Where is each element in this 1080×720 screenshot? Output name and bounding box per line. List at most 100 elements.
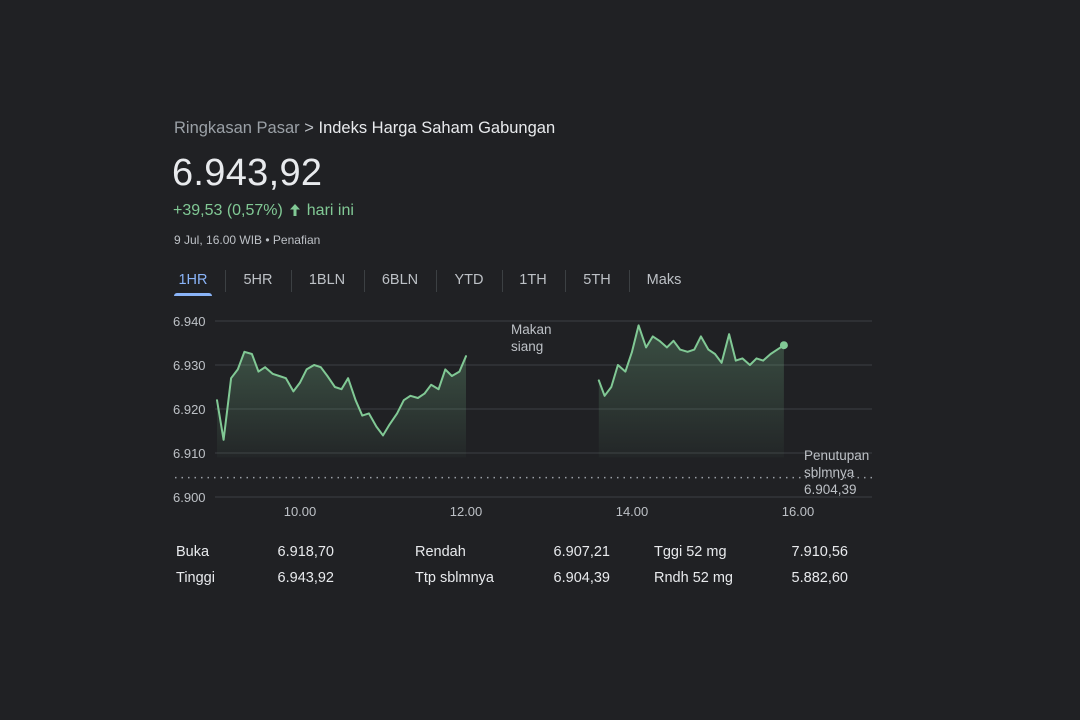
data-point [271, 373, 274, 375]
data-point [637, 324, 640, 327]
data-point [313, 364, 315, 366]
y-tick-label: 6.930 [173, 358, 206, 373]
data-point [423, 392, 426, 395]
data-point [617, 364, 619, 366]
series-area [217, 351, 466, 458]
data-point [741, 357, 744, 360]
stat-prev-close: Ttp sblmnya 6.904,39 [415, 570, 610, 586]
data-point [762, 359, 764, 362]
x-tick-label: 12.00 [450, 504, 483, 519]
data-point [658, 340, 661, 342]
previous-close-value: 6.904,39 [804, 482, 857, 497]
data-point [230, 377, 232, 380]
stat-label: Rendah [415, 544, 466, 560]
y-tick-label: 6.910 [173, 446, 206, 461]
data-point [610, 386, 613, 388]
data-point [264, 366, 266, 369]
intraday-chart[interactable]: 6.940 6.930 6.920 6.910 6.900 10.00 12.00 14.00… [0, 0, 1080, 530]
data-point [603, 395, 606, 397]
series-area [598, 325, 784, 458]
data-point [409, 395, 412, 397]
stat-label: Ttp sblmnya [415, 570, 494, 586]
data-point [444, 368, 447, 371]
data-point [251, 353, 253, 355]
data-point [222, 439, 225, 441]
stat-value: 6.918,70 [277, 544, 334, 560]
lunch-break-label: Makan [511, 322, 552, 337]
data-point [326, 375, 329, 377]
data-point [672, 340, 675, 342]
data-point [451, 375, 453, 377]
previous-close-label: Penutupan [804, 448, 869, 463]
data-point [299, 381, 301, 384]
stat-label: Tggi 52 mg [654, 544, 727, 560]
stat-52w-high: Tggi 52 mg 7.910,56 [654, 544, 848, 560]
data-point [243, 351, 246, 353]
y-tick-label: 6.940 [173, 314, 206, 329]
data-point [686, 351, 689, 353]
data-point [236, 368, 239, 371]
data-point [430, 384, 432, 386]
data-point [278, 375, 281, 377]
y-tick-label: 6.900 [173, 490, 206, 505]
data-point [292, 390, 295, 393]
data-point [361, 414, 364, 417]
stat-52w-low: Rndh 52 mg 5.882,60 [654, 570, 848, 586]
data-point [368, 412, 370, 415]
stat-value: 6.907,21 [553, 544, 610, 560]
stat-value: 5.882,60 [791, 570, 848, 586]
data-point [216, 399, 218, 402]
data-point [417, 397, 419, 399]
data-point [598, 379, 600, 382]
data-point [458, 370, 461, 373]
data-point [334, 386, 336, 388]
data-point [700, 335, 702, 338]
x-tick-label: 10.00 [284, 504, 317, 519]
data-point [305, 368, 308, 371]
data-point [707, 348, 710, 351]
data-point [651, 335, 654, 338]
data-point [714, 353, 716, 355]
data-point [720, 362, 723, 364]
data-point [645, 346, 647, 349]
stat-low: Rendah 6.907,21 [415, 544, 610, 560]
data-point [749, 364, 751, 366]
data-point [285, 377, 287, 380]
stat-value: 6.943,92 [277, 570, 334, 586]
data-point [388, 423, 391, 426]
data-point [769, 353, 772, 355]
stat-value: 6.904,39 [553, 570, 610, 586]
last-price-dot [779, 341, 788, 350]
data-point [776, 348, 779, 351]
stat-high: Tinggi 6.943,92 [176, 570, 334, 586]
y-tick-label: 6.920 [173, 402, 206, 417]
data-point [679, 348, 681, 351]
data-point [728, 333, 730, 336]
data-point [631, 351, 633, 353]
data-point [693, 348, 696, 351]
data-point [755, 357, 758, 360]
lunch-break-label: siang [511, 339, 543, 354]
stat-value: 7.910,56 [791, 544, 848, 560]
x-tick-label: 16.00 [782, 504, 815, 519]
x-tick-label: 14.00 [616, 504, 649, 519]
data-point [340, 388, 343, 391]
stat-label: Tinggi [176, 570, 215, 586]
data-point [354, 399, 357, 402]
data-point [396, 412, 398, 415]
data-point [375, 425, 378, 428]
data-point [465, 355, 467, 358]
data-point [666, 346, 668, 349]
previous-close-label: sblmnya [804, 465, 855, 480]
stat-label: Rndh 52 mg [654, 570, 733, 586]
data-point [734, 359, 737, 362]
data-point [382, 434, 384, 437]
stat-open: Buka 6.918,70 [176, 544, 334, 560]
data-point [347, 377, 349, 380]
data-point [437, 388, 440, 391]
data-point [624, 370, 627, 373]
data-point [257, 370, 260, 373]
data-point [319, 366, 322, 369]
data-point [402, 399, 405, 402]
stat-label: Buka [176, 544, 210, 560]
